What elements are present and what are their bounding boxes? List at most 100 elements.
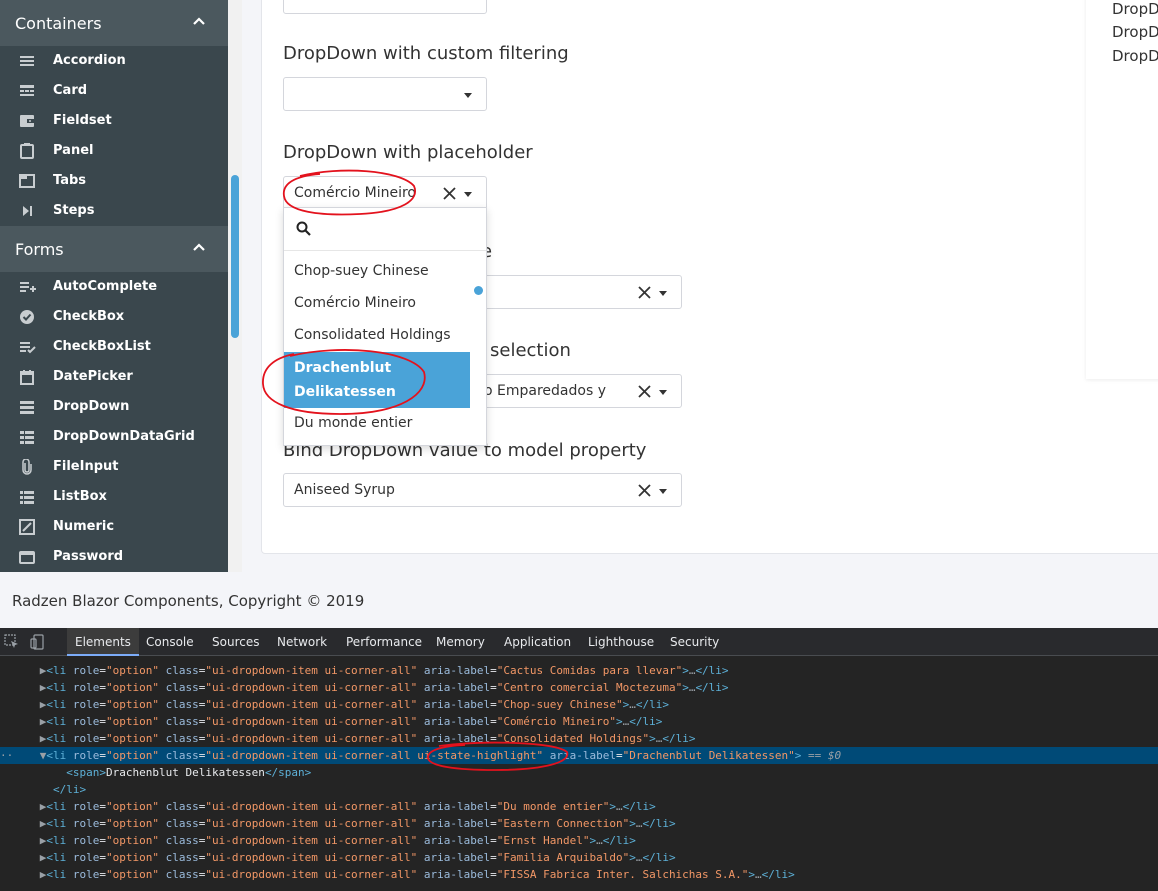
- device-toggle-icon[interactable]: [30, 634, 46, 650]
- heading-placeholder: DropDown with placeholder: [283, 142, 533, 163]
- dom-line[interactable]: <span>Drachenblut Delikatessen</span>: [0, 764, 1158, 781]
- dom-line[interactable]: </li>: [0, 781, 1158, 798]
- sidebar-section-containers[interactable]: Containers: [0, 0, 228, 46]
- sidebar-item-label: FileInput: [53, 459, 119, 474]
- storage-icon: [20, 401, 34, 414]
- search-icon: [296, 221, 311, 236]
- dom-line[interactable]: ▶<li role="option" class="ui-dropdown-it…: [0, 730, 1158, 747]
- sidebar-item-numeric[interactable]: Numeric: [0, 512, 228, 542]
- sidebar-item-datepicker[interactable]: DatePicker: [0, 362, 228, 392]
- dom-line[interactable]: ▶<li role="option" class="ui-dropdown-it…: [0, 832, 1158, 849]
- sidebar-item-fileinput[interactable]: FileInput: [0, 452, 228, 482]
- sidebar-scrollbar-thumb[interactable]: [231, 175, 239, 338]
- caret-down-icon: [659, 291, 667, 296]
- placeholder-dropdown[interactable]: Comércio Mineiro: [283, 176, 487, 210]
- sidebar-section-forms[interactable]: Forms: [0, 226, 228, 272]
- sidebar-item-listbox[interactable]: ListBox: [0, 482, 228, 512]
- dom-line[interactable]: ▶<li role="option" class="ui-dropdown-it…: [0, 696, 1158, 713]
- selected-dot-icon: [474, 286, 483, 295]
- sidebar-item-dropdowndatagrid[interactable]: DropDownDataGrid: [0, 422, 228, 452]
- dom-line[interactable]: ▶<li role="option" class="ui-dropdown-it…: [0, 798, 1158, 815]
- caret-down-icon: [659, 489, 667, 494]
- section-title: Containers: [15, 13, 102, 33]
- sidebar-item-label: DatePicker: [53, 369, 133, 384]
- sidebar-item-steps[interactable]: Steps: [0, 196, 228, 226]
- sidebar-item-label: Card: [53, 83, 88, 98]
- inspect-icon[interactable]: [4, 634, 20, 650]
- dom-line[interactable]: ▶<li role="option" class="ui-dropdown-it…: [0, 849, 1158, 866]
- chevron-up-icon: [193, 17, 205, 25]
- card-icon: [20, 85, 34, 96]
- close-icon[interactable]: [638, 385, 651, 398]
- sidebar-item-fieldset[interactable]: Fieldset: [0, 106, 228, 136]
- sidebar-item-label: DropDown: [53, 399, 130, 414]
- tab-performance[interactable]: Performance: [346, 635, 422, 649]
- sidebar-item-label: ListBox: [53, 489, 107, 504]
- right-link[interactable]: DropDo: [1112, 47, 1158, 65]
- sidebar-item-label: CheckBox: [53, 309, 125, 324]
- tab-application[interactable]: Application: [504, 635, 571, 649]
- dom-line[interactable]: ▶<li role="option" class="ui-dropdown-it…: [0, 713, 1158, 730]
- sidebar-item-panel[interactable]: Panel: [0, 136, 228, 166]
- dom-line[interactable]: ▶<li role="option" class="ui-dropdown-it…: [0, 662, 1158, 679]
- sidebar-item-label: Fieldset: [53, 113, 112, 128]
- sidebar-item-label: Password: [53, 549, 124, 564]
- playlist-add-icon: [20, 282, 36, 292]
- popup-option[interactable]: Du monde entier: [284, 415, 470, 431]
- sidebar-item-autocomplete[interactable]: AutoComplete: [0, 272, 228, 302]
- close-icon[interactable]: [443, 187, 456, 200]
- password-icon: [19, 551, 35, 564]
- tab-network[interactable]: Network: [277, 635, 327, 649]
- popup-option[interactable]: Chop-suey Chinese: [284, 263, 470, 279]
- sidebar-item-label: CheckBoxList: [53, 339, 151, 354]
- grid-icon: [20, 431, 34, 444]
- close-icon[interactable]: [638, 484, 651, 497]
- sidebar-item-label: Accordion: [53, 53, 126, 68]
- sidebar-item-label: Numeric: [53, 519, 115, 534]
- wallet-icon: [20, 115, 34, 127]
- check-circle-icon: [20, 310, 34, 324]
- tab-memory[interactable]: Memory: [436, 635, 485, 649]
- sidebar-item-label: Panel: [53, 143, 94, 158]
- dom-line-selected[interactable]: ·· ▼<li role="option" class="ui-dropdown…: [0, 747, 1158, 764]
- sidebar-item-checkbox[interactable]: CheckBox: [0, 302, 228, 332]
- dropdown-value: Comércio Mineiro: [294, 185, 417, 201]
- sidebar-item-dropdown[interactable]: DropDown: [0, 392, 228, 422]
- section-title: Forms: [15, 239, 64, 259]
- dom-line[interactable]: ▶<li role="option" class="ui-dropdown-it…: [0, 866, 1158, 883]
- right-link[interactable]: DropDo: [1112, 23, 1158, 41]
- dropdown-value: Aniseed Syrup: [294, 482, 395, 498]
- sidebar-item-tabs[interactable]: Tabs: [0, 166, 228, 196]
- tab-lighthouse[interactable]: Lighthouse: [588, 635, 654, 649]
- sidebar-item-accordion[interactable]: Accordion: [0, 46, 228, 76]
- popup-search[interactable]: [284, 208, 486, 251]
- sidebar-item-password[interactable]: Password: [0, 542, 228, 572]
- tab-sources[interactable]: Sources: [212, 635, 259, 649]
- bind-dropdown[interactable]: Aniseed Syrup: [283, 473, 682, 507]
- chevron-up-icon: [193, 243, 205, 251]
- tab-security[interactable]: Security: [670, 635, 719, 649]
- caret-down-icon: [464, 192, 472, 197]
- dom-line[interactable]: ▶<li role="option" class="ui-dropdown-it…: [0, 679, 1158, 696]
- tab-icon: [19, 174, 35, 188]
- calendar-icon: [20, 370, 34, 385]
- custom-filtering-dropdown[interactable]: [283, 77, 487, 111]
- attach-icon: [22, 459, 32, 475]
- top-dropdown[interactable]: [283, 0, 487, 14]
- popup-option[interactable]: Consolidated Holdings: [284, 327, 470, 343]
- close-icon[interactable]: [638, 286, 651, 299]
- dom-line[interactable]: ▶<li role="option" class="ui-dropdown-it…: [0, 815, 1158, 832]
- playlist-check-icon: [20, 342, 36, 354]
- caret-down-icon: [464, 93, 472, 98]
- list-icon: [20, 56, 34, 66]
- sidebar-item-label: DropDownDataGrid: [53, 429, 195, 444]
- sidebar-item-label: AutoComplete: [53, 279, 158, 294]
- option-line: Delikatessen: [294, 384, 396, 400]
- numeric-icon: [19, 519, 35, 535]
- right-link[interactable]: DropDo: [1112, 0, 1158, 18]
- sidebar-item-checkboxlist[interactable]: CheckBoxList: [0, 332, 228, 362]
- sidebar-item-card[interactable]: Card: [0, 76, 228, 106]
- tab-console[interactable]: Console: [146, 635, 194, 649]
- popup-option[interactable]: Comércio Mineiro: [284, 295, 470, 311]
- popup-option-highlighted[interactable]: Drachenblut Delikatessen: [284, 352, 470, 408]
